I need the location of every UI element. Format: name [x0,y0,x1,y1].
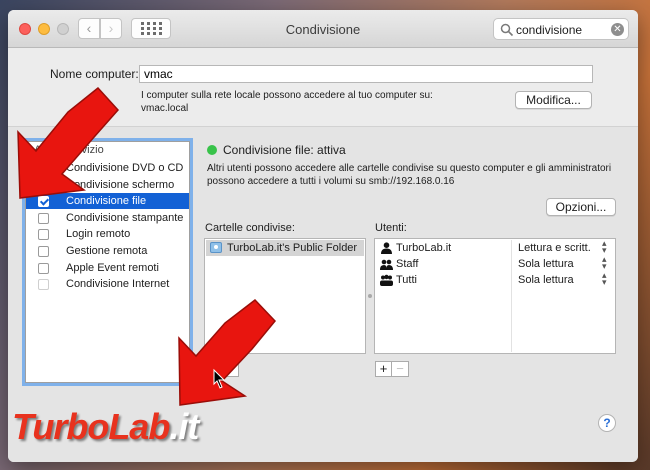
watermark-part2: .it [169,406,199,447]
arrow-top-icon [17,86,120,199]
watermark-part1: TurboLab [12,406,170,447]
watermark-logo: TurboLab.it [12,406,199,448]
arrow-annotation-icon [17,86,277,406]
arrow-bottom-icon [178,298,277,406]
